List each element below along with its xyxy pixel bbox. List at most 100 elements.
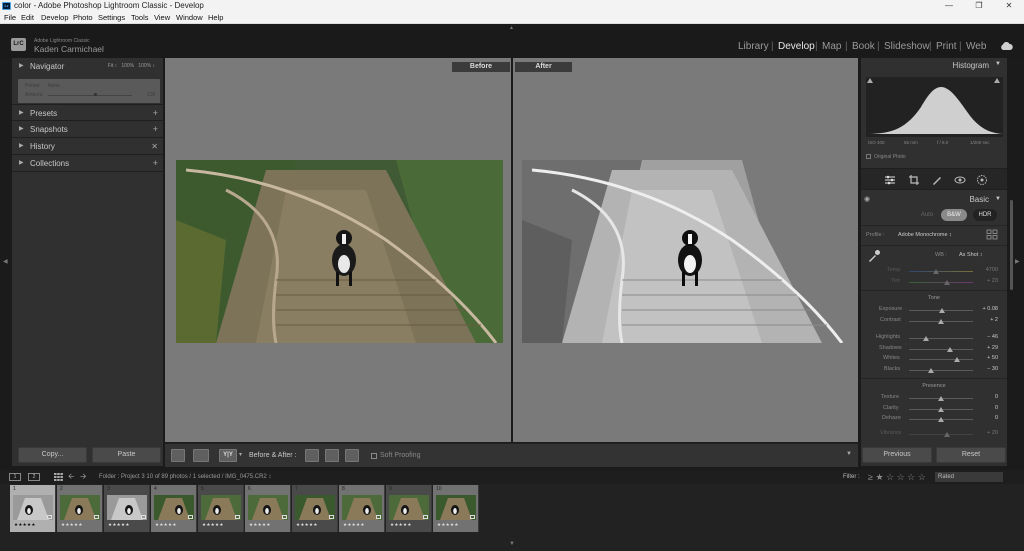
menu-view[interactable]: View <box>154 12 170 24</box>
filter-dropdown[interactable]: Rated <box>935 472 1003 482</box>
thumbnail-rating[interactable]: ★★★★★ <box>202 522 224 528</box>
vibrance-value[interactable]: + 20 <box>987 430 998 436</box>
original-photo-checkbox[interactable] <box>866 154 871 159</box>
auto-treatment-button[interactable]: Auto <box>917 209 937 221</box>
healing-brush-icon[interactable] <box>931 174 943 186</box>
crop-icon[interactable] <box>908 174 920 186</box>
masking-icon[interactable] <box>976 174 988 186</box>
highlights-value[interactable]: − 46 <box>987 334 998 340</box>
clear-history-icon[interactable]: ✕ <box>151 138 158 155</box>
filmstrip-thumbnail[interactable]: 10 ★★★★★ <box>433 485 479 532</box>
back-arrow-icon[interactable]: 🡨 <box>68 470 75 484</box>
menu-window[interactable]: Window <box>176 12 203 24</box>
maximize-icon[interactable]: ❐ <box>964 0 994 12</box>
right-panel-toggle-icon[interactable]: ▶ <box>1015 258 1020 265</box>
close-icon[interactable]: ✕ <box>994 0 1024 12</box>
copy-after-to-before-icon[interactable] <box>325 449 339 462</box>
highlights-slider-track[interactable] <box>909 338 973 339</box>
temp-value[interactable]: 4700 <box>986 267 998 273</box>
texture-value[interactable]: 0 <box>995 394 998 400</box>
shadows-value[interactable]: + 29 <box>987 345 998 351</box>
loupe-view-icon[interactable] <box>171 449 185 462</box>
wb-eyedropper-icon[interactable] <box>867 249 881 263</box>
whites-slider-knob[interactable] <box>954 357 960 362</box>
tint-value[interactable]: + 23 <box>987 278 998 284</box>
module-slideshow[interactable]: Slideshow <box>884 41 930 53</box>
toolbar-options-icon[interactable]: ▼ <box>846 451 852 457</box>
previous-button[interactable]: Previous <box>862 447 932 463</box>
vibrance-slider-knob[interactable] <box>944 432 951 437</box>
main-window-icon[interactable]: 1 <box>9 473 21 481</box>
clarity-value[interactable]: 0 <box>995 405 998 411</box>
secondary-window-icon[interactable]: 2 <box>28 473 40 481</box>
bottom-panel-toggle-icon[interactable]: ▼ <box>509 541 515 547</box>
shadows-slider-knob[interactable] <box>946 347 953 352</box>
amount-slider-knob[interactable] <box>94 93 97 96</box>
menu-photo[interactable]: Photo <box>73 12 93 24</box>
top-panel-toggle-icon[interactable]: ▲ <box>509 25 514 31</box>
filter-rating-stars[interactable]: ≥ ★ ☆ ☆ ☆ ☆ <box>868 470 926 484</box>
highlights-slider-knob[interactable] <box>923 336 930 341</box>
module-print[interactable]: Print <box>936 41 957 53</box>
filmstrip-thumbnail[interactable]: 8 ★★★★★ <box>339 485 385 532</box>
bw-treatment-button[interactable]: B&W <box>941 209 967 221</box>
thumbnail-rating[interactable]: ★★★★★ <box>343 522 365 528</box>
before-photo[interactable] <box>176 160 503 343</box>
filmstrip-thumbnail[interactable]: 6 ★★★★★ <box>245 485 291 532</box>
wb-dropdown[interactable]: As Shot ↕ <box>959 252 983 258</box>
zoom-custom[interactable]: 100% ↕ <box>138 63 155 69</box>
collections-header[interactable]: ▶ Collections + <box>12 155 163 172</box>
after-photo[interactable] <box>522 160 849 343</box>
module-develop[interactable]: Develop <box>778 41 815 53</box>
before-after-view-icon[interactable] <box>193 449 209 462</box>
swap-before-after-icon[interactable] <box>345 449 359 462</box>
thumbnail-rating[interactable]: ★★★★★ <box>155 522 177 528</box>
filmstrip-thumbnail[interactable]: 5 ★★★★★ <box>198 485 244 532</box>
exposure-value[interactable]: + 0.08 <box>983 306 998 312</box>
temp-slider-track[interactable] <box>909 271 973 272</box>
thumbnail-rating[interactable]: ★★★★★ <box>108 522 130 528</box>
copy-button[interactable]: Copy... <box>18 447 87 463</box>
add-snapshot-icon[interactable]: + <box>153 121 158 138</box>
snapshots-header[interactable]: ▶ Snapshots + <box>12 121 163 138</box>
grid-view-icon[interactable] <box>54 473 63 481</box>
exposure-slider-knob[interactable] <box>938 308 945 313</box>
menu-develop[interactable]: Develop <box>41 12 69 24</box>
contrast-slider-knob[interactable] <box>938 319 944 324</box>
collapse-triangle-icon[interactable]: ▼ <box>995 196 1001 202</box>
whites-slider-track[interactable] <box>909 359 973 360</box>
module-library[interactable]: Library <box>738 41 769 53</box>
basic-header[interactable]: ◉ Basic ▼ <box>861 193 1007 207</box>
module-web[interactable]: Web <box>966 41 986 53</box>
menu-help[interactable]: Help <box>208 12 223 24</box>
dehaze-value[interactable]: 0 <box>995 415 998 421</box>
minimize-icon[interactable]: — <box>934 0 964 12</box>
menu-tools[interactable]: Tools <box>131 12 149 24</box>
zoom-100[interactable]: 100% <box>121 63 134 69</box>
paste-button[interactable]: Paste <box>92 447 161 463</box>
thumbnail-rating[interactable]: ★★★★★ <box>14 522 36 528</box>
navigator-header[interactable]: ▶ Navigator Fit ↕ 100% 100% ↕ <box>12 58 163 75</box>
add-collection-icon[interactable]: + <box>153 155 158 172</box>
blacks-slider-knob[interactable] <box>928 368 935 373</box>
profile-dropdown[interactable]: Adobe Monochrome ↕ <box>898 232 952 238</box>
filmstrip-thumbnail[interactable]: 3 ★★★★★ <box>104 485 150 532</box>
whites-value[interactable]: + 50 <box>987 355 998 361</box>
red-eye-icon[interactable] <box>954 174 966 186</box>
tint-slider-track[interactable] <box>909 282 973 283</box>
menu-file[interactable]: File <box>4 12 16 24</box>
menu-edit[interactable]: Edit <box>21 12 34 24</box>
filmstrip-thumbnail[interactable]: 1 ★★★★★ <box>10 485 56 532</box>
history-header[interactable]: ▶ History ✕ <box>12 138 163 155</box>
thumbnail-rating[interactable]: ★★★★★ <box>249 522 271 528</box>
cloud-icon[interactable] <box>1000 42 1013 50</box>
vibrance-slider-track[interactable] <box>909 434 973 435</box>
blacks-value[interactable]: − 30 <box>987 366 998 372</box>
collapse-triangle-icon[interactable]: ▼ <box>995 61 1001 67</box>
amount-slider-track[interactable] <box>48 95 132 96</box>
thumbnail-rating[interactable]: ★★★★★ <box>390 522 412 528</box>
tint-slider-knob[interactable] <box>944 280 951 285</box>
menu-settings[interactable]: Settings <box>98 12 125 24</box>
reset-button[interactable]: Reset <box>936 447 1006 463</box>
filmstrip-thumbnail[interactable]: 2 ★★★★★ <box>57 485 103 532</box>
